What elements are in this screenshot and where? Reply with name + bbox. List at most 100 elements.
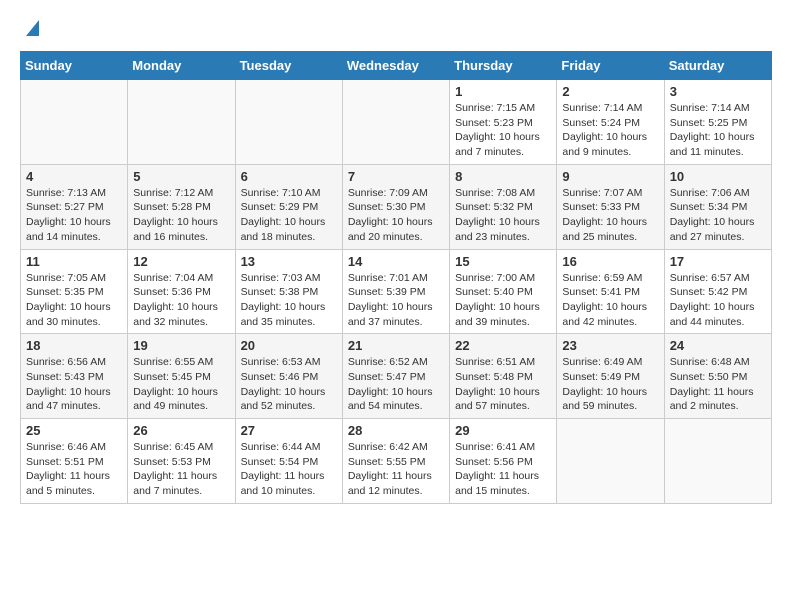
calendar-day-cell: 8Sunrise: 7:08 AM Sunset: 5:32 PM Daylig… bbox=[450, 164, 557, 249]
calendar-day-cell: 4 Sunrise: 7:13 AM Sunset: 5:27 PM Daylig… bbox=[21, 164, 128, 249]
calendar-day-cell: 10 Sunrise: 7:06 AM Sunset: 5:34 PM Dayli… bbox=[664, 164, 771, 249]
day-number: 23 bbox=[562, 338, 658, 353]
calendar-day-cell: 26 Sunrise: 6:45 AM Sunset: 5:53 PM Dayli… bbox=[128, 419, 235, 504]
day-info: Sunrise: 7:06 AM Sunset: 5:34 PM Dayligh… bbox=[670, 186, 766, 245]
day-info: Sunrise: 6:49 AM Sunset: 5:49 PM Dayligh… bbox=[562, 355, 658, 414]
calendar-day-cell bbox=[557, 419, 664, 504]
calendar-day-cell: 7 Sunrise: 7:09 AM Sunset: 5:30 PM Daylig… bbox=[342, 164, 449, 249]
day-number: 16 bbox=[562, 254, 658, 269]
day-number: 27 bbox=[241, 423, 337, 438]
calendar-day-cell bbox=[235, 80, 342, 165]
day-of-week-header: Thursday bbox=[450, 52, 557, 80]
calendar-day-cell: 29 Sunrise: 6:41 AM Sunset: 5:56 PM Dayli… bbox=[450, 419, 557, 504]
day-number: 4 bbox=[26, 169, 122, 184]
calendar-day-cell bbox=[342, 80, 449, 165]
calendar-day-cell: 23 Sunrise: 6:49 AM Sunset: 5:49 PM Dayli… bbox=[557, 334, 664, 419]
day-number: 17 bbox=[670, 254, 766, 269]
day-number: 25 bbox=[26, 423, 122, 438]
calendar-day-cell: 12Sunrise: 7:04 AM Sunset: 5:36 PM Dayli… bbox=[128, 249, 235, 334]
calendar-day-cell: 27 Sunrise: 6:44 AM Sunset: 5:54 PM Dayli… bbox=[235, 419, 342, 504]
day-info: Sunrise: 6:41 AM Sunset: 5:56 PM Dayligh… bbox=[455, 440, 551, 499]
day-number: 24 bbox=[670, 338, 766, 353]
calendar-day-cell: 22 Sunrise: 6:51 AM Sunset: 5:48 PM Dayli… bbox=[450, 334, 557, 419]
day-of-week-header: Saturday bbox=[664, 52, 771, 80]
calendar-day-cell: 28Sunrise: 6:42 AM Sunset: 5:55 PM Dayli… bbox=[342, 419, 449, 504]
day-info: Sunrise: 7:10 AM Sunset: 5:29 PM Dayligh… bbox=[241, 186, 337, 245]
day-info: Sunrise: 6:44 AM Sunset: 5:54 PM Dayligh… bbox=[241, 440, 337, 499]
calendar-day-cell: 19 Sunrise: 6:55 AM Sunset: 5:45 PM Dayli… bbox=[128, 334, 235, 419]
day-info: Sunrise: 7:04 AM Sunset: 5:36 PM Dayligh… bbox=[133, 271, 229, 330]
calendar-day-cell: 6 Sunrise: 7:10 AM Sunset: 5:29 PM Daylig… bbox=[235, 164, 342, 249]
day-number: 28 bbox=[348, 423, 444, 438]
day-number: 2 bbox=[562, 84, 658, 99]
day-info: Sunrise: 7:00 AM Sunset: 5:40 PM Dayligh… bbox=[455, 271, 551, 330]
calendar-week-row: 18 Sunrise: 6:56 AM Sunset: 5:43 PM Dayli… bbox=[21, 334, 772, 419]
calendar-day-cell: 9 Sunrise: 7:07 AM Sunset: 5:33 PM Daylig… bbox=[557, 164, 664, 249]
day-number: 11 bbox=[26, 254, 122, 269]
day-number: 9 bbox=[562, 169, 658, 184]
day-of-week-header: Friday bbox=[557, 52, 664, 80]
day-number: 15 bbox=[455, 254, 551, 269]
calendar-day-cell bbox=[128, 80, 235, 165]
day-number: 19 bbox=[133, 338, 229, 353]
day-info: Sunrise: 7:13 AM Sunset: 5:27 PM Dayligh… bbox=[26, 186, 122, 245]
day-number: 29 bbox=[455, 423, 551, 438]
calendar-day-cell: 5 Sunrise: 7:12 AM Sunset: 5:28 PM Daylig… bbox=[128, 164, 235, 249]
day-number: 5 bbox=[133, 169, 229, 184]
day-number: 13 bbox=[241, 254, 337, 269]
day-number: 21 bbox=[348, 338, 444, 353]
calendar-week-row: 1Sunrise: 7:15 AM Sunset: 5:23 PM Daylig… bbox=[21, 80, 772, 165]
calendar-day-cell: 25 Sunrise: 6:46 AM Sunset: 5:51 PM Dayli… bbox=[21, 419, 128, 504]
day-info: Sunrise: 6:55 AM Sunset: 5:45 PM Dayligh… bbox=[133, 355, 229, 414]
day-number: 18 bbox=[26, 338, 122, 353]
day-info: Sunrise: 6:48 AM Sunset: 5:50 PM Dayligh… bbox=[670, 355, 766, 414]
day-info: Sunrise: 6:51 AM Sunset: 5:48 PM Dayligh… bbox=[455, 355, 551, 414]
day-info: Sunrise: 6:56 AM Sunset: 5:43 PM Dayligh… bbox=[26, 355, 122, 414]
calendar-day-cell: 3 Sunrise: 7:14 AM Sunset: 5:25 PM Daylig… bbox=[664, 80, 771, 165]
day-of-week-header: Monday bbox=[128, 52, 235, 80]
day-of-week-header: Wednesday bbox=[342, 52, 449, 80]
day-number: 10 bbox=[670, 169, 766, 184]
day-number: 20 bbox=[241, 338, 337, 353]
day-number: 14 bbox=[348, 254, 444, 269]
day-number: 22 bbox=[455, 338, 551, 353]
day-of-week-header: Tuesday bbox=[235, 52, 342, 80]
calendar-day-cell: 16 Sunrise: 6:59 AM Sunset: 5:41 PM Dayli… bbox=[557, 249, 664, 334]
day-info: Sunrise: 7:15 AM Sunset: 5:23 PM Dayligh… bbox=[455, 101, 551, 160]
calendar-day-cell: 13 Sunrise: 7:03 AM Sunset: 5:38 PM Dayli… bbox=[235, 249, 342, 334]
logo-icon bbox=[21, 16, 39, 41]
day-info: Sunrise: 6:59 AM Sunset: 5:41 PM Dayligh… bbox=[562, 271, 658, 330]
page-header bbox=[20, 16, 772, 41]
calendar-week-row: 4 Sunrise: 7:13 AM Sunset: 5:27 PM Daylig… bbox=[21, 164, 772, 249]
day-info: Sunrise: 6:46 AM Sunset: 5:51 PM Dayligh… bbox=[26, 440, 122, 499]
calendar-day-cell: 24 Sunrise: 6:48 AM Sunset: 5:50 PM Dayli… bbox=[664, 334, 771, 419]
day-number: 26 bbox=[133, 423, 229, 438]
day-info: Sunrise: 7:05 AM Sunset: 5:35 PM Dayligh… bbox=[26, 271, 122, 330]
day-info: Sunrise: 7:14 AM Sunset: 5:25 PM Dayligh… bbox=[670, 101, 766, 160]
calendar-day-cell bbox=[21, 80, 128, 165]
day-number: 6 bbox=[241, 169, 337, 184]
calendar-day-cell: 14 Sunrise: 7:01 AM Sunset: 5:39 PM Dayli… bbox=[342, 249, 449, 334]
calendar-day-cell: 1Sunrise: 7:15 AM Sunset: 5:23 PM Daylig… bbox=[450, 80, 557, 165]
day-info: Sunrise: 7:01 AM Sunset: 5:39 PM Dayligh… bbox=[348, 271, 444, 330]
day-info: Sunrise: 6:52 AM Sunset: 5:47 PM Dayligh… bbox=[348, 355, 444, 414]
day-of-week-header: Sunday bbox=[21, 52, 128, 80]
calendar-day-cell: 15 Sunrise: 7:00 AM Sunset: 5:40 PM Dayli… bbox=[450, 249, 557, 334]
calendar-day-cell: 11 Sunrise: 7:05 AM Sunset: 5:35 PM Dayli… bbox=[21, 249, 128, 334]
day-info: Sunrise: 6:45 AM Sunset: 5:53 PM Dayligh… bbox=[133, 440, 229, 499]
calendar-week-row: 11 Sunrise: 7:05 AM Sunset: 5:35 PM Dayli… bbox=[21, 249, 772, 334]
day-info: Sunrise: 6:57 AM Sunset: 5:42 PM Dayligh… bbox=[670, 271, 766, 330]
logo bbox=[20, 16, 39, 41]
day-number: 7 bbox=[348, 169, 444, 184]
day-info: Sunrise: 7:03 AM Sunset: 5:38 PM Dayligh… bbox=[241, 271, 337, 330]
calendar-day-cell: 18 Sunrise: 6:56 AM Sunset: 5:43 PM Dayli… bbox=[21, 334, 128, 419]
day-info: Sunrise: 7:14 AM Sunset: 5:24 PM Dayligh… bbox=[562, 101, 658, 160]
day-info: Sunrise: 7:12 AM Sunset: 5:28 PM Dayligh… bbox=[133, 186, 229, 245]
calendar-header-row: SundayMondayTuesdayWednesdayThursdayFrid… bbox=[21, 52, 772, 80]
day-info: Sunrise: 7:09 AM Sunset: 5:30 PM Dayligh… bbox=[348, 186, 444, 245]
calendar-day-cell: 17 Sunrise: 6:57 AM Sunset: 5:42 PM Dayli… bbox=[664, 249, 771, 334]
day-number: 3 bbox=[670, 84, 766, 99]
calendar-table: SundayMondayTuesdayWednesdayThursdayFrid… bbox=[20, 51, 772, 504]
day-info: Sunrise: 7:07 AM Sunset: 5:33 PM Dayligh… bbox=[562, 186, 658, 245]
calendar-day-cell: 2 Sunrise: 7:14 AM Sunset: 5:24 PM Daylig… bbox=[557, 80, 664, 165]
